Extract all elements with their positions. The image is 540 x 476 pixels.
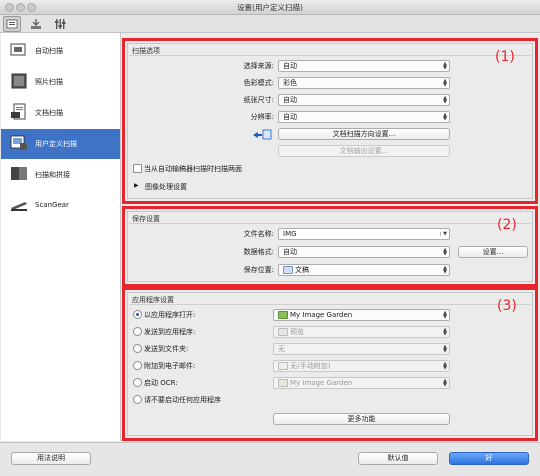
section-number-2: (2): [497, 217, 517, 233]
sidebar-item-custom-scan[interactable]: 用户定义扫描: [1, 129, 120, 159]
application-settings-section: 应用程序设置 以应用程序打开: My Image Garden ▲ ▼ 发送到应用…: [122, 287, 538, 441]
more-functions-button[interactable]: 更多功能: [273, 413, 450, 425]
ok-button[interactable]: 好: [449, 452, 529, 465]
help-button[interactable]: 用法说明: [11, 452, 91, 465]
orientation-settings-button[interactable]: 文档扫描方向设置...: [278, 128, 450, 140]
color-mode-select[interactable]: 彩色 ▲ ▼: [278, 77, 450, 89]
radio-open-with-app[interactable]: [133, 310, 142, 319]
section-number-3: (3): [497, 298, 517, 314]
folder-icon: [283, 266, 293, 274]
data-format-select[interactable]: 自动 ▲ ▼: [278, 246, 450, 258]
toolbar: [0, 15, 540, 33]
format-settings-button[interactable]: 设置...: [458, 246, 528, 258]
select-arrows-icon: ▲ ▼: [443, 378, 447, 388]
select-arrows-icon: ▲ ▼: [443, 344, 447, 354]
select-arrows-icon: ▲ ▼: [443, 327, 447, 337]
app-icon: [278, 311, 288, 319]
sidebar-item-label: 自动扫描: [35, 47, 63, 55]
sidebar-item-document-scan[interactable]: 文档扫描: [1, 98, 120, 128]
sidebar-item-scangear[interactable]: ScanGear: [1, 191, 120, 221]
select-arrows-icon: ▲ ▼: [443, 78, 447, 88]
general-settings-tab[interactable]: [51, 16, 69, 32]
paper-size-label: 纸张尺寸:: [243, 96, 274, 104]
chevron-down-icon[interactable]: ▼: [440, 232, 447, 237]
send-to-folder-label: 发送到文件夹:: [144, 345, 189, 353]
sidebar: 自动扫描 照片扫描 文档扫描 用户定义扫描 扫描和拼接 ScanGear: [1, 33, 121, 441]
no-app-label: 请不要启动任何应用程序: [144, 396, 221, 404]
auto-scan-icon: [10, 43, 26, 56]
radio-send-to-folder[interactable]: [133, 344, 142, 353]
save-location-select[interactable]: 文稿 ▲ ▼: [278, 264, 450, 276]
preview-app-icon: [278, 328, 288, 336]
window-title: 设置(用户定义扫描): [237, 3, 303, 12]
resolution-label: 分辨率:: [250, 113, 274, 121]
sidebar-item-label: 文档扫描: [35, 109, 63, 117]
sidebar-item-label: 用户定义扫描: [35, 140, 77, 148]
select-arrows-icon: ▲ ▼: [443, 247, 447, 257]
sidebar-item-label: 扫描和拼接: [35, 171, 70, 179]
save-location-label: 保存位置:: [243, 266, 274, 274]
source-label: 选择来源:: [243, 62, 274, 70]
select-arrows-icon: ▲ ▼: [443, 95, 447, 105]
duplex-label: 当从自动输稿器扫描时扫描两面: [144, 165, 242, 173]
general-settings-icon: [55, 19, 66, 29]
attach-email-select[interactable]: 无(手动附加) ▲ ▼: [273, 360, 450, 372]
filename-combobox[interactable]: IMG ▼: [278, 228, 450, 240]
radio-attach-email[interactable]: [133, 361, 142, 370]
document-scan-icon: [11, 103, 26, 120]
radio-start-ocr[interactable]: [133, 378, 142, 387]
sidebar-item-label: 照片扫描: [35, 78, 63, 86]
attach-email-label: 附加到电子邮件:: [144, 362, 196, 370]
image-processing-toggle[interactable]: 图像处理设置: [145, 182, 187, 192]
sidebar-item-photo-scan[interactable]: 照片扫描: [1, 67, 120, 97]
title-bar: 设置(用户定义扫描): [0, 0, 540, 15]
color-mode-label: 色彩模式:: [243, 79, 274, 87]
section-number-1: (1): [495, 49, 515, 65]
photo-scan-icon: [11, 73, 27, 89]
select-arrows-icon: ▲ ▼: [443, 61, 447, 71]
send-to-app-select[interactable]: 预览 ▲ ▼: [273, 326, 450, 338]
resolution-select[interactable]: 自动 ▲ ▼: [278, 111, 450, 123]
radio-send-to-app[interactable]: [133, 327, 142, 336]
sidebar-item-label: ScanGear: [35, 201, 69, 209]
radio-no-app[interactable]: [133, 395, 142, 404]
send-to-folder-select[interactable]: 无 ▲ ▼: [273, 343, 450, 355]
data-format-label: 数据格式:: [243, 248, 274, 256]
bottom-bar: 用法说明 默认值 好: [0, 442, 540, 476]
settings-panel: 扫描选项 选择来源: 自动 ▲ ▼ 色彩模式: 彩色 ▲ ▼ 纸张尺寸: 自动 ▲ ▼ 分辨…: [121, 33, 539, 441]
send-to-app-label: 发送到应用程序:: [144, 328, 196, 336]
select-arrows-icon: ▲ ▼: [443, 310, 447, 320]
select-arrows-icon: ▲ ▼: [443, 112, 447, 122]
duplex-checkbox[interactable]: [133, 164, 142, 173]
custom-scan-icon: [10, 135, 27, 150]
stitch-scan-icon: [11, 167, 27, 180]
scangear-icon: [11, 202, 27, 211]
select-arrows-icon: ▲ ▼: [443, 265, 447, 275]
paper-size-select[interactable]: 自动 ▲ ▼: [278, 94, 450, 106]
defaults-button[interactable]: 默认值: [358, 452, 438, 465]
save-settings-icon: [31, 19, 41, 29]
disclosure-triangle-icon[interactable]: ▶: [134, 182, 139, 189]
document-orientation-icon: [253, 129, 272, 140]
start-ocr-select[interactable]: My Image Garden ▲ ▼: [273, 377, 450, 389]
folder-icon: [278, 362, 288, 370]
scan-options-section: 扫描选项 选择来源: 自动 ▲ ▼ 色彩模式: 彩色 ▲ ▼ 纸张尺寸: 自动 ▲ ▼ 分辨…: [122, 38, 538, 204]
save-settings-tab[interactable]: [27, 16, 45, 32]
select-arrows-icon: ▲ ▼: [443, 361, 447, 371]
scan-settings-tab[interactable]: [3, 16, 21, 32]
start-ocr-label: 启动 OCR:: [144, 379, 178, 387]
open-with-app-label: 以应用程序打开:: [144, 311, 196, 319]
output-settings-button[interactable]: 文档输出设置...: [278, 145, 450, 157]
app-icon: [278, 379, 288, 387]
open-with-app-select[interactable]: My Image Garden ▲ ▼: [273, 309, 450, 321]
save-settings-section: 保存设置 文件名称: IMG ▼ 数据格式: 自动 ▲ ▼ 设置... 保存位置: …: [122, 206, 538, 287]
sidebar-item-auto-scan[interactable]: 自动扫描: [1, 36, 120, 66]
filename-label: 文件名称:: [243, 230, 274, 238]
source-select[interactable]: 自动 ▲ ▼: [278, 60, 450, 72]
scan-settings-icon: [6, 19, 18, 29]
sidebar-item-stitch-scan[interactable]: 扫描和拼接: [1, 160, 120, 190]
